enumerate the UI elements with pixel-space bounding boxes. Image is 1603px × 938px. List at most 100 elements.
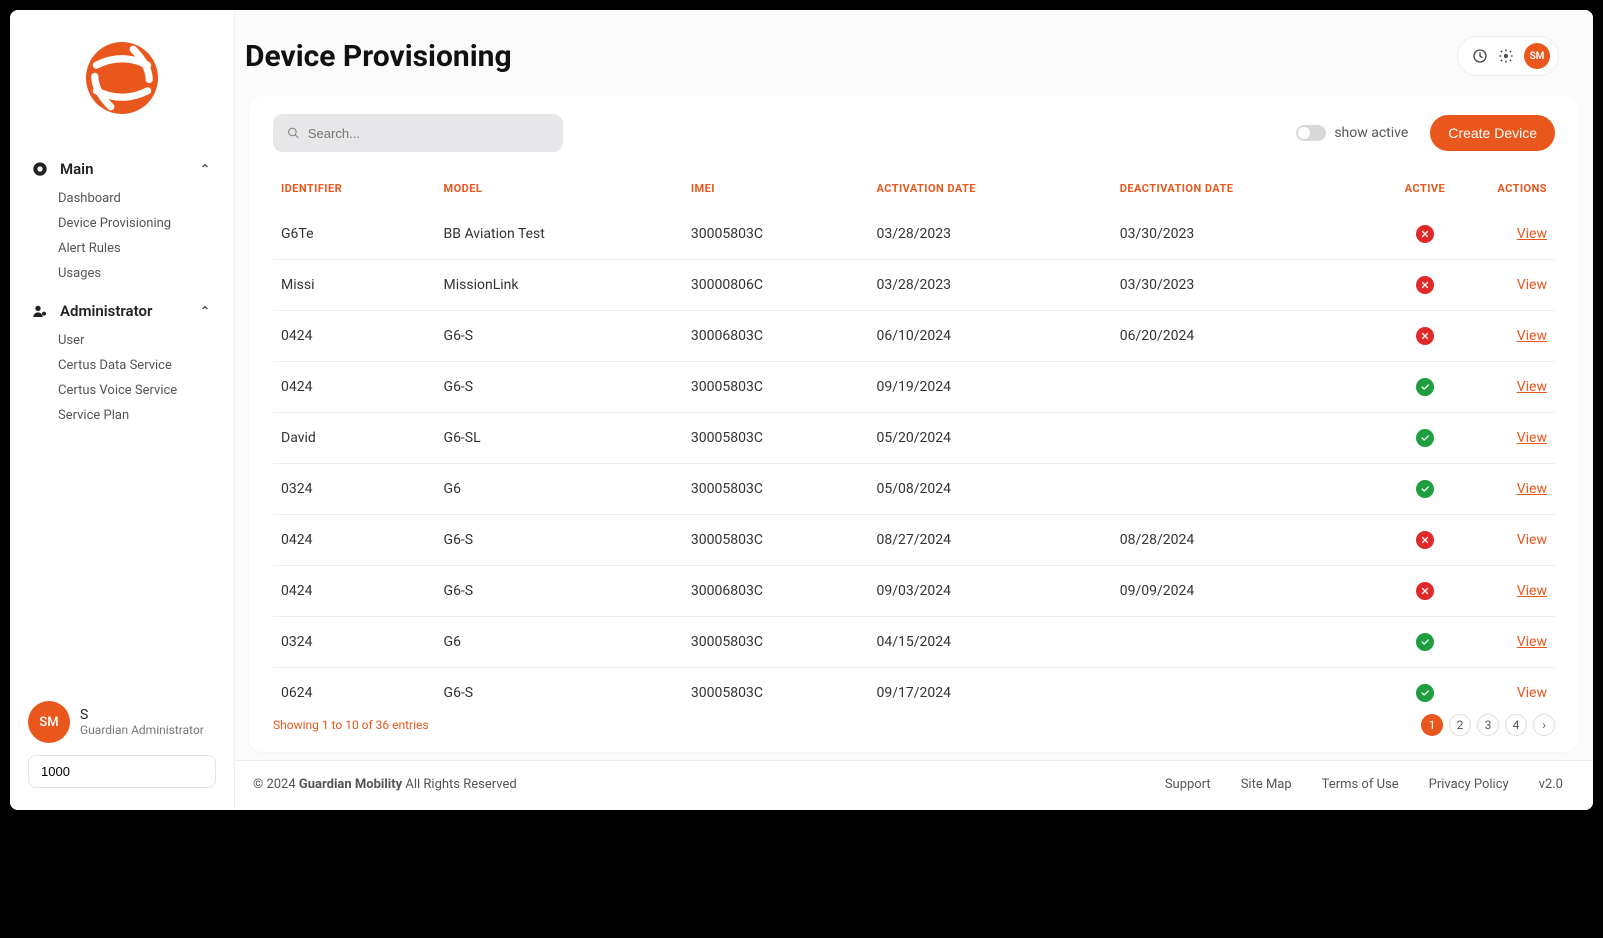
cell-imei: 30006803C [683,311,869,362]
footer-link-privacy[interactable]: Privacy Policy [1429,777,1509,792]
cell-actions: View [1465,362,1555,413]
col-deactivation[interactable]: DEACTIVATION DATE [1112,166,1385,209]
footer-link-support[interactable]: Support [1165,777,1211,792]
col-activation[interactable]: ACTIVATION DATE [869,166,1112,209]
cell-model: G6-S [436,311,683,362]
page-4[interactable]: 4 [1505,714,1527,736]
view-link[interactable]: View [1517,532,1547,548]
cell-actions: View [1465,464,1555,515]
page-3[interactable]: 3 [1477,714,1499,736]
sidebar-item-dashboard[interactable]: Dashboard [10,186,234,211]
nav-group-admin-header[interactable]: Administrator ⌃ [10,294,234,328]
cell-imei: 30005803C [683,413,869,464]
check-icon [1416,684,1434,702]
sidebar-item-certus-data[interactable]: Certus Data Service [10,353,234,378]
cell-deactivation [1112,413,1385,464]
header-actions: SM [1457,36,1559,76]
cell-activation: 09/03/2024 [869,566,1112,617]
table-row: G6TeBB Aviation Test30005803C03/28/20230… [273,209,1555,260]
cell-model: G6-S [436,566,683,617]
header-avatar[interactable]: SM [1524,43,1550,69]
gear-icon[interactable] [1498,48,1514,64]
cell-identifier: G6Te [273,209,436,260]
page-title: Device Provisioning [245,39,512,74]
cell-active [1385,311,1465,362]
check-icon [1416,633,1434,651]
x-icon [1416,327,1434,345]
sidebar-item-user[interactable]: User [10,328,234,353]
col-active[interactable]: ACTIVE [1385,166,1465,209]
x-icon [1416,582,1434,600]
footer-link-sitemap[interactable]: Site Map [1241,777,1292,792]
footer-link-terms[interactable]: Terms of Use [1322,777,1399,792]
cell-identifier: David [273,413,436,464]
search-wrap[interactable] [273,114,563,152]
sidebar-item-device-provisioning[interactable]: Device Provisioning [10,211,234,236]
create-device-button[interactable]: Create Device [1430,115,1555,151]
cell-actions: View [1465,413,1555,464]
view-link[interactable]: View [1517,634,1547,650]
search-input[interactable] [308,126,549,141]
cell-model: G6 [436,617,683,668]
cell-deactivation: 03/30/2023 [1112,260,1385,311]
view-link[interactable]: View [1517,685,1547,701]
clock-icon[interactable] [1472,48,1488,64]
page-1[interactable]: 1 [1421,714,1443,736]
cell-activation: 03/28/2023 [869,209,1112,260]
cell-activation: 06/10/2024 [869,311,1112,362]
showing-text: Showing 1 to 10 of 36 entries [273,718,429,732]
cell-model: G6-S [436,362,683,413]
view-link[interactable]: View [1517,277,1547,293]
sidebar-item-alert-rules[interactable]: Alert Rules [10,236,234,261]
table-row: 0324G630005803C04/15/2024View [273,617,1555,668]
content-panel: show active Create Device IDENTIFIER MOD… [249,96,1579,752]
x-icon [1416,225,1434,243]
footer-company: Guardian Mobility [299,777,402,792]
footer-copyright-suffix: All Rights Reserved [402,777,517,792]
panel-bottom: Showing 1 to 10 of 36 entries 1234 › [249,702,1579,752]
col-identifier[interactable]: IDENTIFIER [273,166,436,209]
table-row: 0624G6-S30005803C09/17/2024View [273,668,1555,703]
sidebar-item-service-plan[interactable]: Service Plan [10,403,234,428]
page-2[interactable]: 2 [1449,714,1471,736]
dashboard-icon [32,161,48,177]
col-actions[interactable]: ACTIONS [1465,166,1555,209]
sidebar-input[interactable] [28,755,216,788]
view-link[interactable]: View [1517,583,1547,599]
cell-model: G6-S [436,668,683,703]
sidebar-item-certus-voice[interactable]: Certus Voice Service [10,378,234,403]
sidebar: Main ⌃ Dashboard Device Provisioning Ale… [10,10,235,810]
view-link[interactable]: View [1517,226,1547,242]
search-icon [287,126,300,140]
cell-identifier: 0424 [273,362,436,413]
view-link[interactable]: View [1517,430,1547,446]
show-active-toggle-wrap: show active [1296,125,1408,141]
cell-actions: View [1465,668,1555,703]
cell-activation: 09/19/2024 [869,362,1112,413]
nav-group-main-header[interactable]: Main ⌃ [10,152,234,186]
sidebar-user[interactable]: SM S Guardian Administrator [28,701,216,743]
cell-deactivation [1112,668,1385,703]
cell-active [1385,260,1465,311]
col-model[interactable]: MODEL [436,166,683,209]
page-next[interactable]: › [1533,714,1555,736]
footer-links: Support Site Map Terms of Use Privacy Po… [1165,777,1563,792]
col-imei[interactable]: IMEI [683,166,869,209]
view-link[interactable]: View [1517,481,1547,497]
show-active-toggle[interactable] [1296,125,1326,141]
cell-identifier: 0424 [273,311,436,362]
footer-copyright: © 2024 Guardian Mobility All Rights Rese… [253,777,517,792]
view-link[interactable]: View [1517,328,1547,344]
cell-activation: 05/08/2024 [869,464,1112,515]
cell-active [1385,362,1465,413]
view-link[interactable]: View [1517,379,1547,395]
cell-identifier: Missi [273,260,436,311]
cell-model: G6-SL [436,413,683,464]
cell-identifier: 0624 [273,668,436,703]
app-frame: Main ⌃ Dashboard Device Provisioning Ale… [10,10,1593,810]
sidebar-item-usages[interactable]: Usages [10,261,234,286]
cell-model: MissionLink [436,260,683,311]
cell-activation: 09/17/2024 [869,668,1112,703]
cell-model: G6-S [436,515,683,566]
main: Device Provisioning SM show active Creat… [235,10,1593,810]
